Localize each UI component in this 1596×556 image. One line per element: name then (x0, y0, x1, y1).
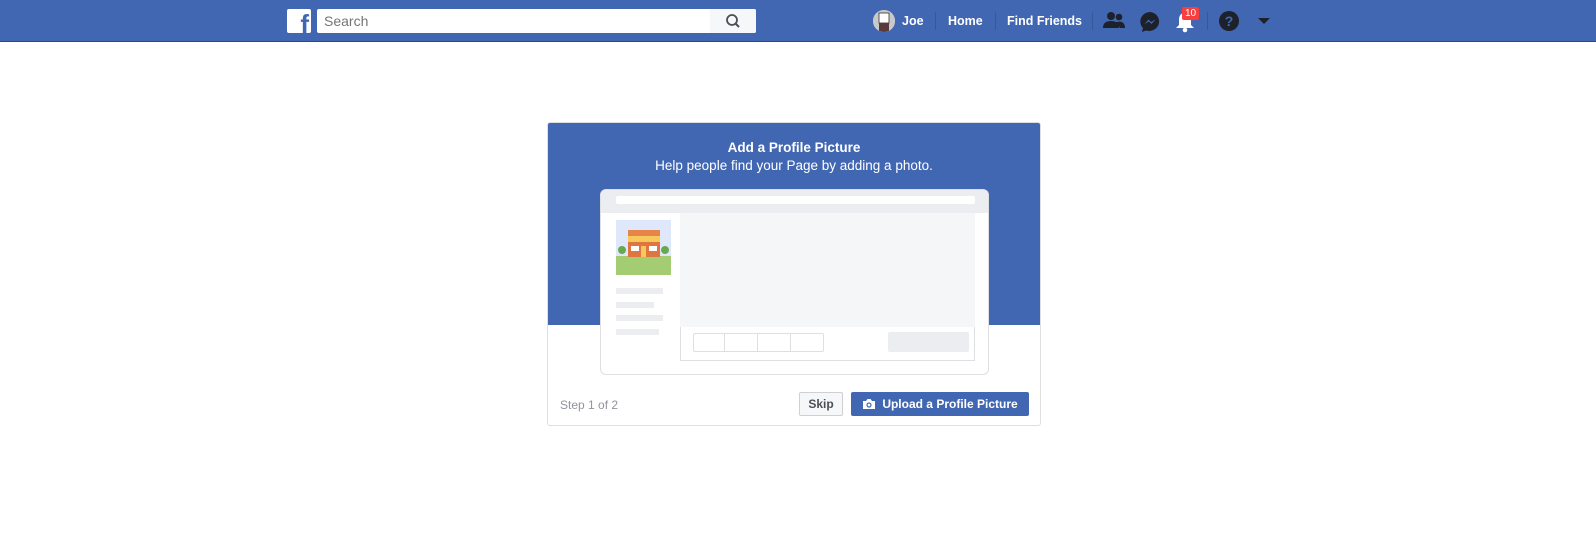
divider (1092, 12, 1093, 30)
preview-url-bar (616, 196, 975, 204)
divider (935, 12, 936, 30)
find-friends-link[interactable]: Find Friends (1007, 0, 1082, 42)
divider (790, 333, 791, 352)
skip-button[interactable]: Skip (799, 392, 843, 416)
preview-cover-photo (680, 213, 975, 327)
preview-browser-bar (601, 190, 988, 213)
help-icon[interactable]: ? (1218, 11, 1240, 33)
preview-line (616, 315, 663, 321)
add-profile-picture-dialog: Add a Profile Picture Help people find y… (547, 122, 1041, 426)
account-menu-caret-icon[interactable] (1257, 17, 1271, 25)
divider (995, 12, 996, 30)
divider (757, 333, 758, 352)
search-icon (726, 14, 740, 28)
dialog-title: Add a Profile Picture (727, 140, 861, 155)
divider (1207, 12, 1208, 30)
page-preview-illustration (600, 189, 989, 375)
storefront-icon (616, 220, 671, 275)
search-button[interactable] (710, 9, 756, 33)
top-navigation-bar: f Joe Home Find Friends 10 ? (0, 0, 1596, 42)
notification-badge: 10 (1182, 7, 1200, 20)
upload-profile-picture-button[interactable]: Upload a Profile Picture (851, 392, 1029, 416)
preview-line (616, 302, 654, 308)
home-link[interactable]: Home (948, 0, 983, 42)
facebook-logo[interactable]: f (287, 9, 311, 33)
dialog-subtitle: Help people find your Page by adding a p… (655, 158, 933, 173)
preview-line (616, 288, 663, 294)
preview-button (888, 332, 969, 352)
svg-text:?: ? (1225, 13, 1234, 29)
search-input[interactable] (317, 9, 756, 33)
camera-icon (863, 399, 876, 409)
preview-tabs (680, 327, 975, 361)
preview-tab-group (693, 333, 824, 352)
friend-requests-icon[interactable] (1103, 11, 1125, 31)
messenger-icon[interactable] (1139, 11, 1161, 33)
preview-line (616, 329, 659, 335)
step-indicator: Step 1 of 2 (560, 398, 619, 412)
upload-button-label: Upload a Profile Picture (882, 397, 1018, 411)
divider (724, 333, 725, 352)
avatar[interactable] (873, 10, 895, 32)
profile-link[interactable]: Joe (902, 0, 924, 42)
avatar-image (873, 10, 895, 32)
